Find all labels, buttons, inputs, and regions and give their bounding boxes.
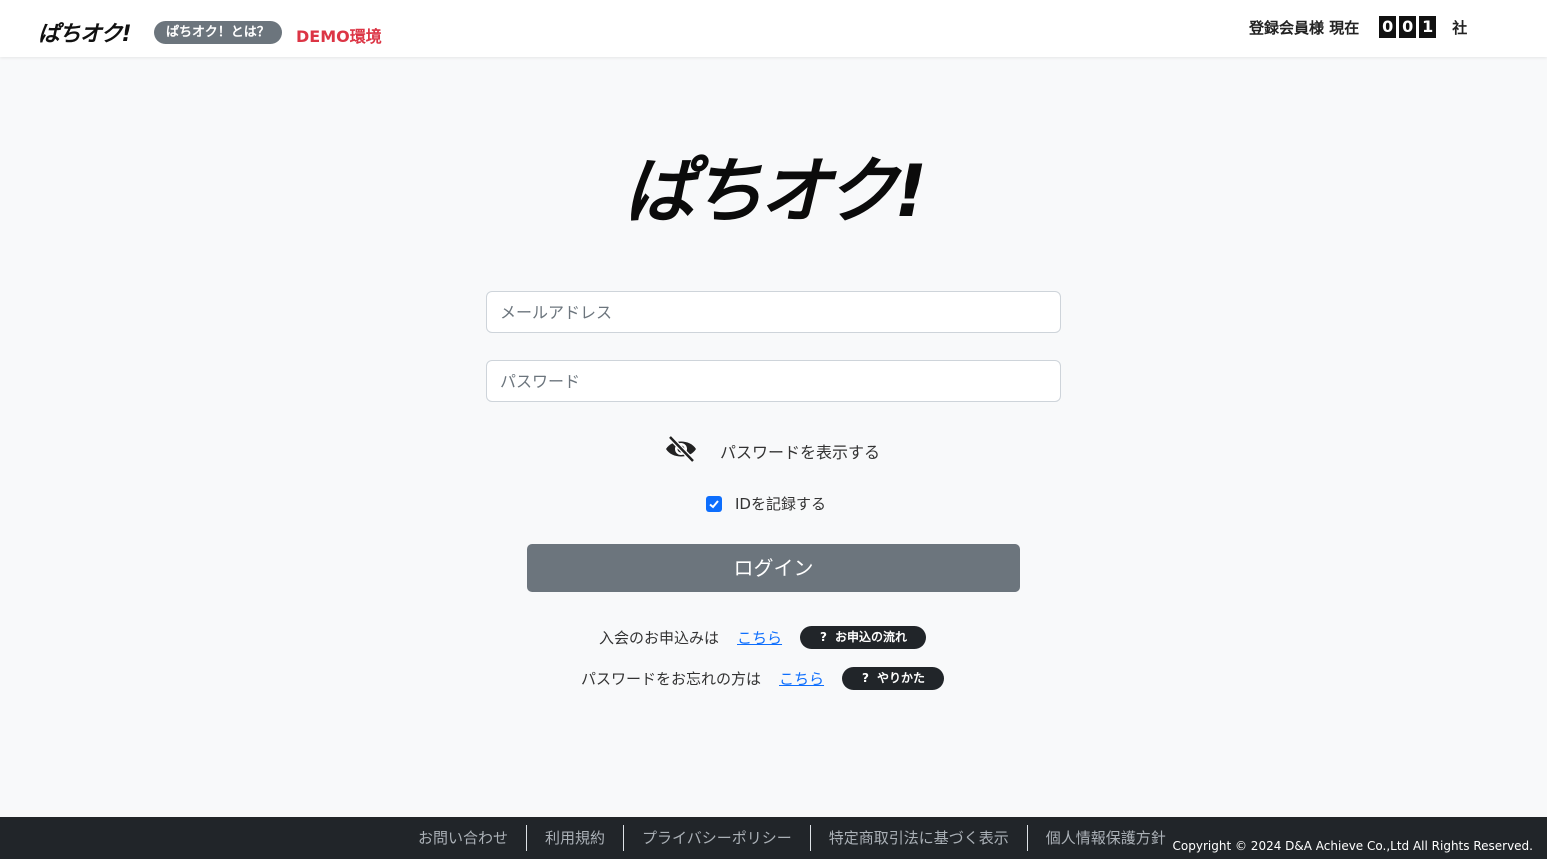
email-field[interactable]: [486, 291, 1061, 333]
password-field[interactable]: [486, 360, 1061, 402]
demo-environment-label: DEMO環境: [296, 27, 382, 46]
remember-id-label: IDを記録する: [735, 495, 826, 513]
footer-links: お問い合わせ 利用規約 プライバシーポリシー 特定商取引法に基づく表示 個人情報…: [400, 825, 1184, 851]
eye-slash-icon: [664, 434, 698, 468]
members-unit: 社: [1452, 18, 1468, 37]
show-password-toggle[interactable]: パスワードを表示する: [664, 434, 880, 468]
members-label: 登録会員様 現在: [1249, 18, 1360, 37]
member-counter: 登録会員様 現在 0 0 1 社: [1249, 16, 1467, 38]
signup-text: 入会のお申込みは: [599, 629, 720, 647]
footer-link-privacy[interactable]: プライバシーポリシー: [623, 825, 810, 851]
signup-flow-button[interactable]: ? お申込の流れ: [800, 626, 927, 649]
footer-link-personal-info[interactable]: 個人情報保護方針: [1026, 825, 1184, 851]
forgot-howto-button[interactable]: ? やりかた: [842, 667, 945, 690]
question-icon: ?: [820, 630, 827, 644]
footer-link-commerce-law[interactable]: 特定商取引法に基づく表示: [809, 825, 1027, 851]
forgot-howto-label: やりかた: [877, 671, 926, 685]
forgot-password-text: パスワードをお忘れの方は: [581, 670, 762, 688]
brand-logo[interactable]: ぱちオク!: [38, 16, 132, 48]
checkbox-checked-icon[interactable]: [706, 495, 722, 512]
counter-digit: 1: [1419, 16, 1437, 38]
about-button[interactable]: ぱちオク！とは？: [154, 21, 282, 44]
copyright: Copyright © 2024 D&A Achieve Co.,Ltd All…: [1172, 839, 1533, 853]
forgot-password-row: パスワードをお忘れの方は こちら ? やりかた: [581, 667, 945, 690]
top-navbar: ぱちオク! ぱちオク！とは？ DEMO環境 登録会員様 現在 0 0 1 社: [0, 0, 1547, 57]
remember-id-checkbox[interactable]: IDを記録する: [706, 493, 826, 514]
footer-link-terms[interactable]: 利用規約: [526, 825, 623, 851]
counter-digit: 0: [1379, 16, 1397, 38]
footer-link-contact[interactable]: お問い合わせ: [400, 825, 526, 851]
show-password-label: パスワードを表示する: [720, 443, 881, 462]
signup-link[interactable]: こちら: [737, 627, 782, 648]
signup-flow-label: お申込の流れ: [835, 630, 908, 644]
login-button[interactable]: ログイン: [527, 544, 1020, 592]
counter-digit: 0: [1399, 16, 1417, 38]
question-icon: ?: [862, 671, 869, 685]
main-logo: ぱちオク!: [623, 149, 927, 233]
forgot-password-link[interactable]: こちら: [779, 668, 824, 689]
footer: お問い合わせ 利用規約 プライバシーポリシー 特定商取引法に基づく表示 個人情報…: [0, 817, 1547, 859]
counter-digits: 0 0 1: [1379, 16, 1437, 38]
signup-row: 入会のお申込みは こちら ? お申込の流れ: [599, 626, 927, 649]
